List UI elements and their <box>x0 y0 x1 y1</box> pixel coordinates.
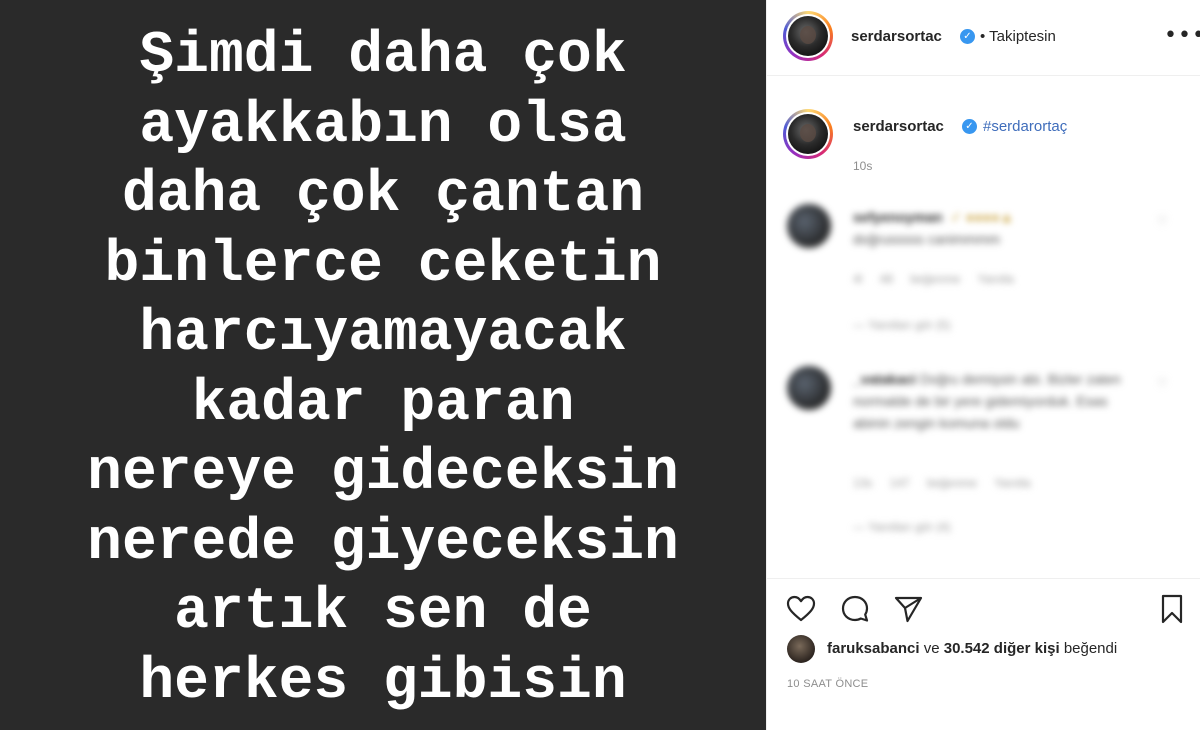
post-text-line: binlerce ceketin <box>104 232 662 298</box>
bookmark-icon[interactable] <box>1156 593 1188 625</box>
comment-username[interactable]: sefyenoyman <box>853 209 942 225</box>
post-text-line: ayakkabın olsa <box>139 93 627 159</box>
comment-meta[interactable]: 4l 48 beğenme Yanıtla <box>853 272 1014 286</box>
post-details-panel: serdarsortac ✓ • Takiptesin ••• serdarso… <box>766 0 1200 730</box>
post-text-line: nereye gideceksin <box>87 441 679 506</box>
view-replies-link[interactable]: — Yanıtları gör (4) <box>853 520 951 534</box>
comment-text: _vatakaci Doğru demişsin abi. Bizler zat… <box>853 371 1121 431</box>
post-timestamp: 10 SAAT ÖNCE <box>787 678 869 690</box>
view-replies-link[interactable]: — Yanıtları gör (5) <box>853 318 951 332</box>
verified-badge-icon: ✓ <box>960 29 975 44</box>
liker-username[interactable]: faruksabanci <box>827 640 920 657</box>
caption-hashtag[interactable]: #serdarortaç <box>983 118 1067 135</box>
comment-text: sefyenoyman ✓ ●●●●▲ doğrusssss canimmmm <box>853 209 1014 247</box>
post-text-line: Şimdi daha çok <box>139 24 627 89</box>
comment-username[interactable]: _vatakaci <box>853 371 916 387</box>
comment-avatar[interactable] <box>787 366 831 410</box>
post-text-line: daha çok çantan <box>121 163 645 228</box>
post-text-line: nerede giyeceksin <box>87 510 679 576</box>
verified-badge-icon: ✓ <box>962 119 977 134</box>
post-text-line: herkes gibisin <box>139 649 627 715</box>
post-text-line: kadar paran <box>191 371 575 437</box>
follow-status[interactable]: • Takiptesin <box>980 28 1056 45</box>
post-text-line: harcıyamayacak <box>139 302 627 367</box>
actions-bar: faruksabanci ve 30.542 diğer kişi beğend… <box>767 578 1200 730</box>
header-username[interactable]: serdarsortac <box>851 28 942 45</box>
post-header: serdarsortac ✓ • Takiptesin ••• <box>767 0 1200 76</box>
caption-avatar[interactable] <box>783 109 833 159</box>
send-icon[interactable] <box>892 593 924 625</box>
heart-icon[interactable] <box>785 593 817 625</box>
header-avatar[interactable] <box>783 11 833 61</box>
comment-heart-icon[interactable]: ♡ <box>1157 376 1168 390</box>
caption-username[interactable]: serdarsortac <box>853 118 944 135</box>
post-text-line: artık sen de <box>174 580 592 645</box>
likes-summary: faruksabanci ve 30.542 diğer kişi beğend… <box>827 640 1118 657</box>
comment-icon[interactable] <box>839 593 871 625</box>
comment-item: sefyenoyman ✓ ●●●●▲ doğrusssss canimmmm … <box>767 200 1200 350</box>
more-options-icon[interactable]: ••• <box>1164 25 1200 47</box>
comment-heart-icon[interactable]: ♡ <box>1157 214 1168 228</box>
post-image: Şimdi daha çok ayakkabın olsa daha çok ç… <box>0 0 766 730</box>
caption-time: 10s <box>853 159 873 173</box>
comment-meta[interactable]: 13s 147 beğenme Yanıtla <box>853 476 1031 490</box>
comment-avatar[interactable] <box>787 204 831 248</box>
comment-item: _vatakaci Doğru demişsin abi. Bizler zat… <box>767 364 1200 544</box>
likes-count-link[interactable]: 30.542 diğer kişi <box>944 640 1060 657</box>
liker-avatar[interactable] <box>787 635 815 663</box>
